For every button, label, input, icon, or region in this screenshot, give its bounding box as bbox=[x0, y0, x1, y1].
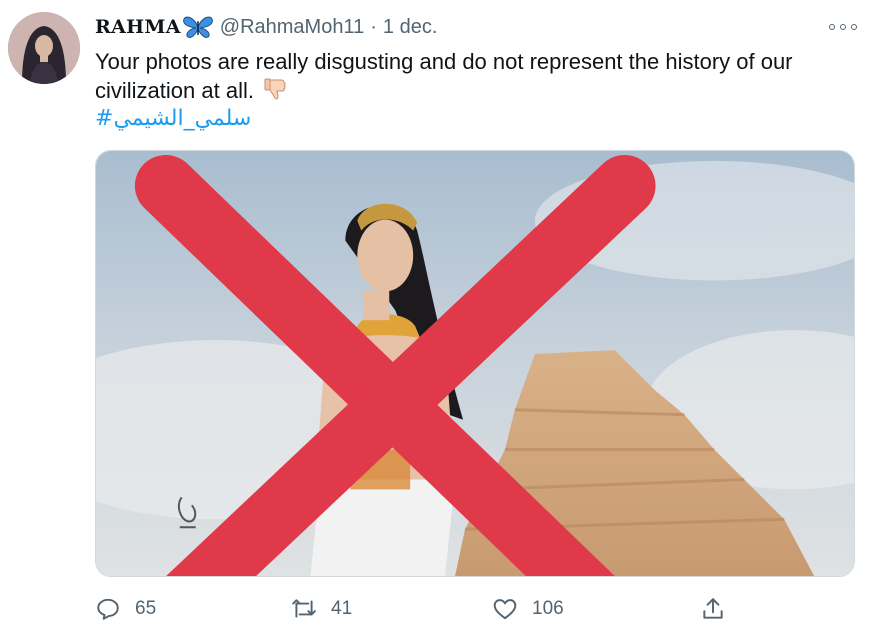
share-icon bbox=[703, 598, 723, 619]
tweet-photo[interactable] bbox=[95, 150, 855, 577]
tweet[interactable]: RAHMA @RahmaMoh11 · 1 dec. Your photos a… bbox=[0, 0, 879, 636]
tweet-text: Your photos are really disgusting and do… bbox=[95, 49, 793, 103]
retweet-button[interactable]: 41 bbox=[291, 592, 352, 626]
thumbs-down-icon bbox=[262, 76, 288, 102]
tweet-header: RAHMA @RahmaMoh11 · 1 dec. bbox=[95, 14, 437, 40]
heart-icon bbox=[493, 599, 517, 620]
like-button[interactable]: 106 bbox=[492, 592, 564, 626]
reply-count: 65 bbox=[135, 598, 157, 619]
more-options-icon[interactable] bbox=[829, 18, 857, 36]
tweet-text-block: Your photos are really disgusting and do… bbox=[95, 47, 835, 105]
avatar-image bbox=[8, 12, 80, 84]
reply-button[interactable]: 65 bbox=[95, 592, 156, 626]
retweet-icon bbox=[292, 599, 316, 618]
avatar[interactable] bbox=[8, 12, 80, 84]
tweet-date[interactable]: 1 dec. bbox=[383, 16, 437, 39]
like-count: 106 bbox=[532, 598, 564, 619]
tweet-photo-image bbox=[96, 151, 854, 576]
tweet-actions: 65 41 106 bbox=[95, 592, 855, 626]
user-handle[interactable]: @RahmaMoh11 bbox=[220, 16, 364, 39]
butterfly-icon bbox=[182, 15, 214, 39]
reply-icon bbox=[97, 598, 119, 620]
share-button[interactable] bbox=[700, 592, 726, 626]
hashtag-link[interactable]: #سلمي_الشيمي bbox=[95, 106, 251, 131]
header-separator: · bbox=[370, 15, 377, 38]
display-name[interactable]: RAHMA bbox=[95, 16, 181, 38]
retweet-count: 41 bbox=[331, 598, 353, 619]
